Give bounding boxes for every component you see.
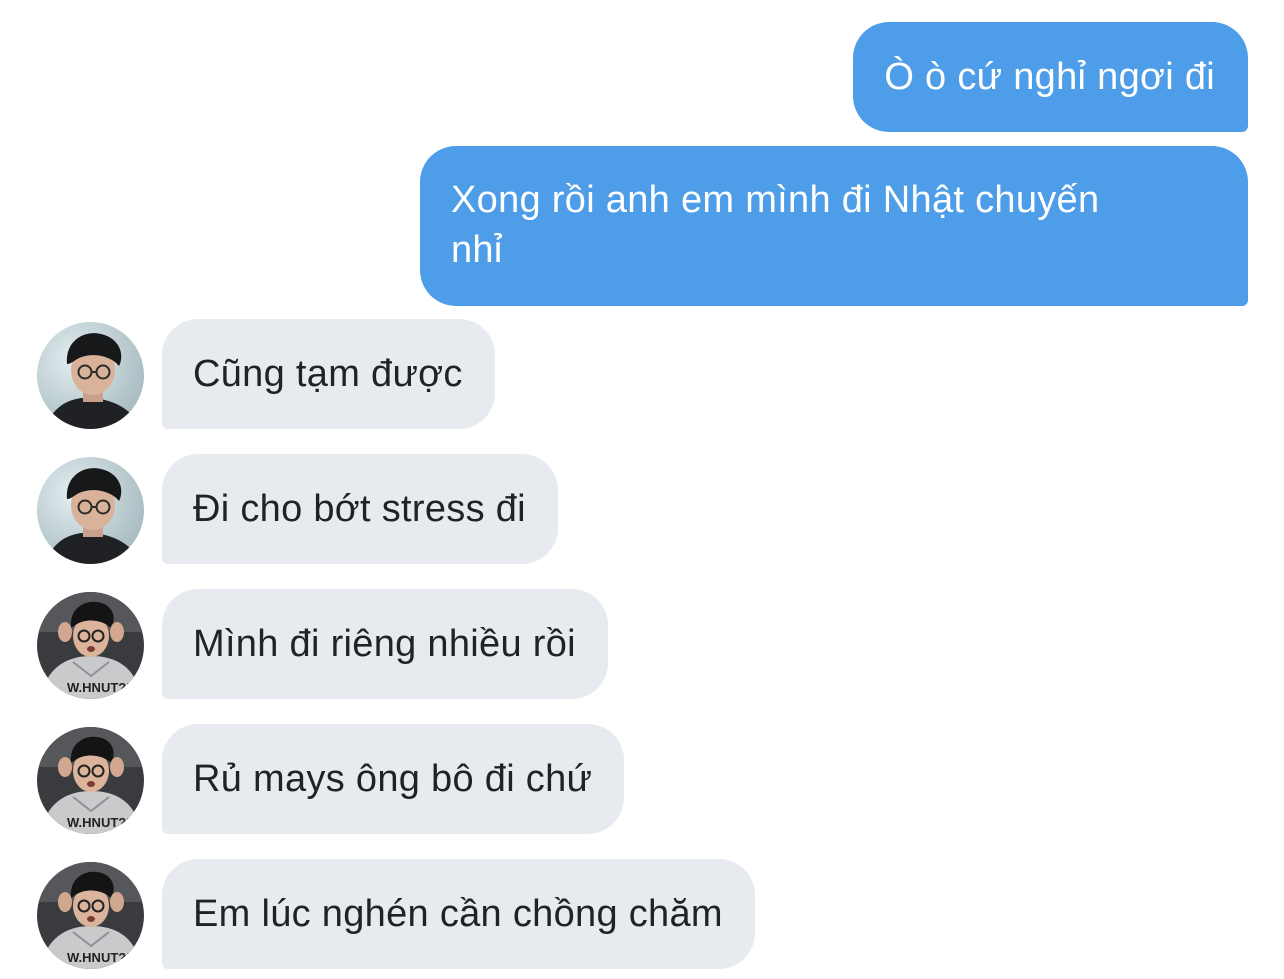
incoming-message-bubble[interactable]: Mình đi riêng nhiều rồi (162, 589, 608, 699)
hoodie-print: W.HNUT?! (67, 680, 131, 695)
message-text: Ò ò cứ nghỉ ngơi đi (884, 56, 1215, 98)
outgoing-message-bubble[interactable]: Ò ò cứ nghỉ ngơi đi (853, 22, 1248, 132)
message-text: Mình đi riêng nhiều rồi (193, 623, 576, 665)
person-glasses-avatar-icon (37, 457, 144, 564)
message-text-line: Xong rồi anh em mình đi Nhật chuyến (451, 179, 1100, 221)
avatar[interactable] (37, 457, 144, 564)
person-hoodie-avatar-icon: W.HNUT?! (37, 592, 144, 699)
incoming-message-bubble[interactable]: Cũng tạm được (162, 319, 495, 429)
person-glasses-avatar-icon (37, 322, 144, 429)
person-hoodie-avatar-icon: W.HNUT?! (37, 727, 144, 834)
message-text-line: nhỉ (451, 229, 503, 271)
message-text: Em lúc nghén cần chồng chăm (193, 893, 723, 935)
hoodie-print: W.HNUT?! (67, 815, 131, 830)
avatar[interactable]: W.HNUT?! (37, 592, 144, 699)
message-text: Cũng tạm được (193, 353, 463, 395)
incoming-message-bubble[interactable]: Đi cho bớt stress đi (162, 454, 558, 564)
person-hoodie-avatar-icon: W.HNUT?! (37, 862, 144, 969)
avatar[interactable] (37, 322, 144, 429)
incoming-message-bubble[interactable]: Rủ mays ông bô đi chứ (162, 724, 625, 834)
outgoing-message-bubble[interactable]: Xong rồi anh em mình đi Nhật chuyến nhỉ (420, 146, 1248, 306)
incoming-message-bubble[interactable]: Em lúc nghén cần chồng chăm (162, 859, 755, 969)
message-text: Đi cho bớt stress đi (193, 488, 526, 530)
hoodie-print: W.HNUT?! (67, 950, 131, 965)
avatar[interactable]: W.HNUT?! (37, 727, 144, 834)
avatar[interactable]: W.HNUT?! (37, 862, 144, 969)
message-text: Rủ mays ông bô đi chứ (193, 758, 593, 800)
